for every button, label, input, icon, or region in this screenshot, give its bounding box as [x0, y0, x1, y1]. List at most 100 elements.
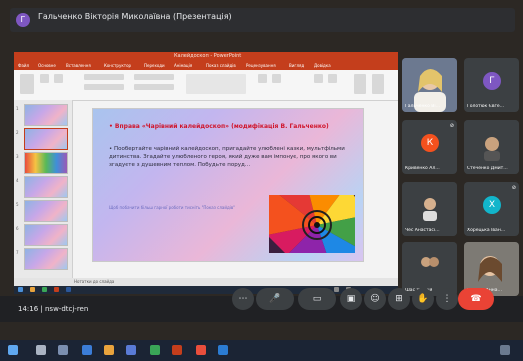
ppt-tab[interactable]: Переходи [144, 63, 165, 68]
ppt-tab[interactable]: Анімація [174, 63, 192, 68]
new-slide-icon[interactable] [40, 74, 49, 83]
layout-icon[interactable] [54, 74, 63, 83]
app-icon[interactable] [150, 345, 160, 355]
paragraph-row[interactable] [134, 74, 174, 80]
ppt-tab[interactable]: Вставлення [66, 63, 91, 68]
emoji-button[interactable]: ☺ [364, 288, 386, 310]
ppt-ribbon [14, 70, 398, 101]
telegram-icon[interactable] [218, 345, 228, 355]
slide-thumbnails: 1 2 3 4 5 6 7 [14, 100, 73, 278]
ppt-title-bar: Калейдоскоп - PowerPoint [14, 52, 398, 62]
slide-thumbnail[interactable] [24, 248, 68, 270]
dictate-icon[interactable] [354, 74, 366, 94]
font-style-row[interactable] [84, 84, 124, 90]
raise-hand-icon: ✋ [417, 294, 429, 304]
shared-screen[interactable]: Калейдоскоп - PowerPoint Файл Основне Вс… [14, 52, 398, 294]
thumb-number: 3 [16, 154, 19, 159]
quick-styles-icon[interactable] [272, 74, 281, 83]
align-row[interactable] [134, 84, 174, 90]
participant-avatar: Г [483, 72, 501, 90]
emoji-icon: ☺ [370, 294, 380, 304]
more-icon: ⋯ [238, 294, 248, 304]
thumb-number: 1 [16, 106, 19, 111]
arrange-icon[interactable] [258, 74, 267, 83]
search-icon[interactable] [36, 345, 46, 355]
slide-footnote: Щоб побачити більш гарної роботи тисніть… [109, 205, 236, 210]
ppt-statusbar: Нотатки до слайда [14, 278, 398, 286]
windows-taskbar [0, 340, 523, 361]
mic-icon: 🎤 [269, 294, 281, 304]
options-button[interactable]: ⋮ [436, 288, 458, 310]
participant-tile[interactable]: Стеченко Дмит… [464, 120, 519, 174]
powerpoint-icon[interactable] [172, 345, 182, 355]
powerpoint-icon [54, 287, 59, 292]
more-button[interactable]: ⋯ [232, 288, 254, 310]
thumb-number: 5 [16, 202, 19, 207]
end-call-button[interactable]: ☎ [458, 288, 494, 310]
ppt-tab[interactable]: Рецензування [246, 63, 276, 68]
current-slide[interactable]: • Вправа «Чарівний калейдоскоп» (модифік… [92, 108, 364, 262]
slide-thumbnail-active[interactable] [24, 128, 68, 150]
participant-name: Голотюк Євге… [467, 104, 505, 109]
thumb-number: 2 [16, 130, 19, 135]
font-box[interactable] [84, 74, 124, 80]
ppt-ribbon-tabs: Файл Основне Вставлення Конструктор Пере… [14, 62, 398, 70]
participant-grid: Гальченко Ві… Г Голотюк Євге… ⊘ К Кривен… [402, 58, 520, 296]
notification-icon[interactable] [500, 345, 510, 355]
thumb-number: 4 [16, 178, 19, 183]
options-icon: ⋮ [442, 294, 452, 304]
chrome-icon [42, 287, 47, 292]
folder-icon[interactable] [104, 345, 114, 355]
edge-icon[interactable] [82, 345, 92, 355]
present-button[interactable]: ⊞ [388, 288, 410, 310]
ppt-tab[interactable]: Конструктор [104, 63, 131, 68]
find-icon[interactable] [314, 74, 323, 83]
word-icon [66, 287, 71, 292]
slide-thumbnail[interactable] [24, 176, 68, 198]
slide-thumbnail[interactable] [24, 200, 68, 222]
participant-tile[interactable]: Гальченко Ві… [402, 58, 457, 112]
notes-label[interactable]: Нотатки до слайда [74, 279, 114, 284]
kaleidoscope-image [269, 195, 355, 253]
ppt-tab[interactable]: Вигляд [289, 63, 304, 68]
participant-tile[interactable]: ⊘ Х Хорецька Іван… [464, 182, 519, 236]
participant-name: Стеченко Дмит… [467, 166, 508, 171]
slide-thumbnail[interactable] [24, 104, 68, 126]
camera-button[interactable]: ▭ [298, 288, 336, 310]
participant-tile[interactable]: Чес Анастасі… [402, 182, 457, 236]
participant-tile[interactable]: ⊘ К Кривенко Ал… [402, 120, 457, 174]
participant-avatar: Х [483, 196, 501, 214]
mic-button[interactable]: 🎤 [256, 288, 294, 310]
slide-heading: • Вправа «Чарівний калейдоскоп» (модифік… [109, 123, 329, 130]
chrome-icon[interactable] [196, 345, 206, 355]
paste-icon[interactable] [20, 74, 34, 94]
thumb-number: 7 [16, 250, 19, 255]
slide-thumbnail[interactable] [24, 152, 68, 174]
windows-start-icon [18, 287, 23, 292]
ppt-tab[interactable]: Довідка [314, 63, 331, 68]
designer-icon[interactable] [372, 74, 384, 94]
ppt-tab[interactable]: Файл [18, 63, 29, 68]
ppt-tab[interactable]: Показ слайдів [206, 63, 236, 68]
mic-off-icon: ⊘ [511, 185, 516, 191]
windows-start-icon[interactable] [8, 345, 18, 355]
ppt-tab[interactable]: Основне [38, 63, 56, 68]
presenter-title: Гальченко Вікторія Миколаївна (Презентац… [38, 12, 232, 21]
presenter-avatar: Г [16, 13, 30, 27]
captions-icon: ▣ [346, 294, 356, 304]
participant-tile[interactable]: Г Голотюк Євге… [464, 58, 519, 112]
participant-avatar: К [421, 134, 439, 152]
captions-button[interactable]: ▣ [340, 288, 362, 310]
participant-name: Хорецька Іван… [467, 228, 506, 233]
camera-icon: ▭ [312, 294, 322, 304]
present-icon: ⊞ [395, 294, 403, 304]
store-icon[interactable] [126, 345, 136, 355]
replace-icon[interactable] [328, 74, 337, 83]
ppt-window-title: Калейдоскоп - PowerPoint [174, 53, 242, 59]
slide-thumbnail[interactable] [24, 224, 68, 246]
slide-body: • Пообертайте чарівний калейдоскоп, приг… [109, 146, 345, 168]
shapes-gallery[interactable] [186, 74, 246, 94]
raise-hand-button[interactable]: ✋ [412, 288, 434, 310]
mic-off-icon: ⊘ [449, 123, 454, 129]
task-view-icon[interactable] [58, 345, 68, 355]
